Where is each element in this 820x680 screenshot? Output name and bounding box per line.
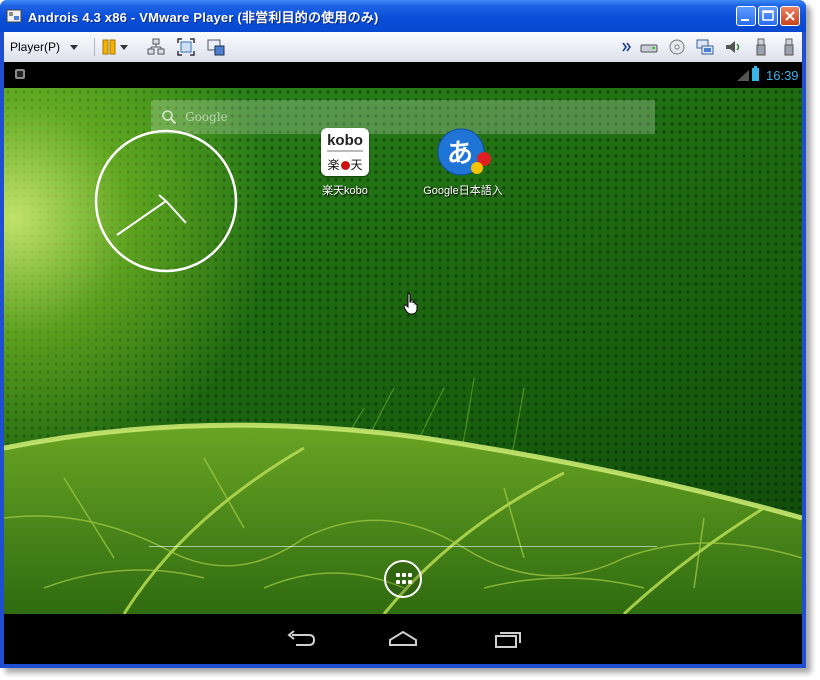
battery-icon xyxy=(752,66,759,81)
network-icon xyxy=(147,38,165,55)
sound-device[interactable] xyxy=(724,38,742,56)
fullscreen-button[interactable] xyxy=(177,38,195,56)
svg-text:あ: あ xyxy=(447,139,473,169)
pause-button[interactable] xyxy=(102,38,130,56)
minimize-icon xyxy=(741,19,749,21)
player-menu[interactable]: Player(P) xyxy=(10,38,79,56)
android-navigation-bar xyxy=(4,614,802,664)
mouse-cursor xyxy=(403,293,419,315)
fullscreen-icon xyxy=(177,38,195,56)
pause-icon xyxy=(102,39,128,55)
usb-device-2[interactable] xyxy=(780,38,798,56)
search-placeholder: Google xyxy=(185,110,228,124)
search-icon xyxy=(162,110,177,125)
title-bar[interactable]: Androis 4.3 x86 - VMware Player (非営利目的の使… xyxy=(0,0,806,32)
dock-divider xyxy=(149,546,657,547)
player-menu-label: Player(P) xyxy=(10,40,61,54)
recent-apps-icon xyxy=(495,632,521,648)
google-japanese-input-icon: あ xyxy=(437,128,491,176)
home-icon xyxy=(389,630,417,646)
expand-icon xyxy=(622,42,631,52)
recent-apps-button[interactable] xyxy=(491,628,523,650)
home-wallpaper: Google kobo 楽天 楽天kobo あ Google日本語入 xyxy=(4,88,802,614)
cd-dvd-device[interactable] xyxy=(668,38,686,56)
network-button[interactable] xyxy=(147,38,165,56)
clock-hour-hand xyxy=(165,200,187,224)
unity-icon xyxy=(207,39,225,56)
sound-icon xyxy=(726,41,740,53)
android-screen[interactable]: 16:39 Google kobo 楽 天 楽天kobo あ Google日本語… xyxy=(4,62,802,664)
network-adapter-device[interactable] xyxy=(696,38,714,56)
all-apps-button[interactable] xyxy=(384,560,422,598)
clock-minute-hand xyxy=(116,200,167,236)
usb-icon xyxy=(784,38,794,56)
hard-disk-icon xyxy=(640,44,658,53)
network-adapter-icon xyxy=(696,39,714,55)
vmware-player-window: Androis 4.3 x86 - VMware Player (非営利目的の使… xyxy=(0,0,806,668)
app-rakuten-kobo[interactable]: kobo 楽天 楽天kobo xyxy=(295,128,395,198)
back-icon xyxy=(287,630,316,646)
minimize-button[interactable] xyxy=(736,6,756,26)
maximize-icon xyxy=(762,10,774,21)
unity-button[interactable] xyxy=(207,38,225,56)
app-google-japanese-input[interactable]: あ Google日本語入 xyxy=(413,128,513,198)
hard-disk-device[interactable] xyxy=(640,38,658,56)
hand-cursor-icon xyxy=(403,293,418,315)
close-button[interactable] xyxy=(780,6,800,26)
android-status-bar[interactable]: 16:39 xyxy=(4,62,802,88)
home-button[interactable] xyxy=(387,628,419,650)
app-label: Google日本語入 xyxy=(423,185,503,197)
app-label: 楽天kobo xyxy=(322,185,368,197)
chevron-down-icon xyxy=(70,44,79,50)
maximize-button[interactable] xyxy=(758,6,778,26)
back-button[interactable] xyxy=(284,628,316,650)
expand-devices-button[interactable] xyxy=(622,38,632,56)
notification-icon xyxy=(15,69,25,79)
close-icon xyxy=(785,11,795,21)
vmware-toolbar: Player(P) xyxy=(4,32,802,63)
window-title: Androis 4.3 x86 - VMware Player (非営利目的の使… xyxy=(28,10,379,25)
vmware-app-icon xyxy=(6,9,22,23)
usb-icon xyxy=(756,38,766,56)
window-client-area: Player(P) 16:39 Google kobo 楽 天 楽天kobo あ… xyxy=(4,32,802,664)
toolbar-separator xyxy=(94,38,95,56)
signal-icon xyxy=(737,70,749,81)
usb-device-1[interactable] xyxy=(752,38,770,56)
status-time: 16:39 xyxy=(766,68,799,83)
analog-clock-widget[interactable] xyxy=(93,128,239,274)
cd-icon xyxy=(669,39,685,55)
kobo-icon: kobo 楽天 xyxy=(321,128,369,176)
